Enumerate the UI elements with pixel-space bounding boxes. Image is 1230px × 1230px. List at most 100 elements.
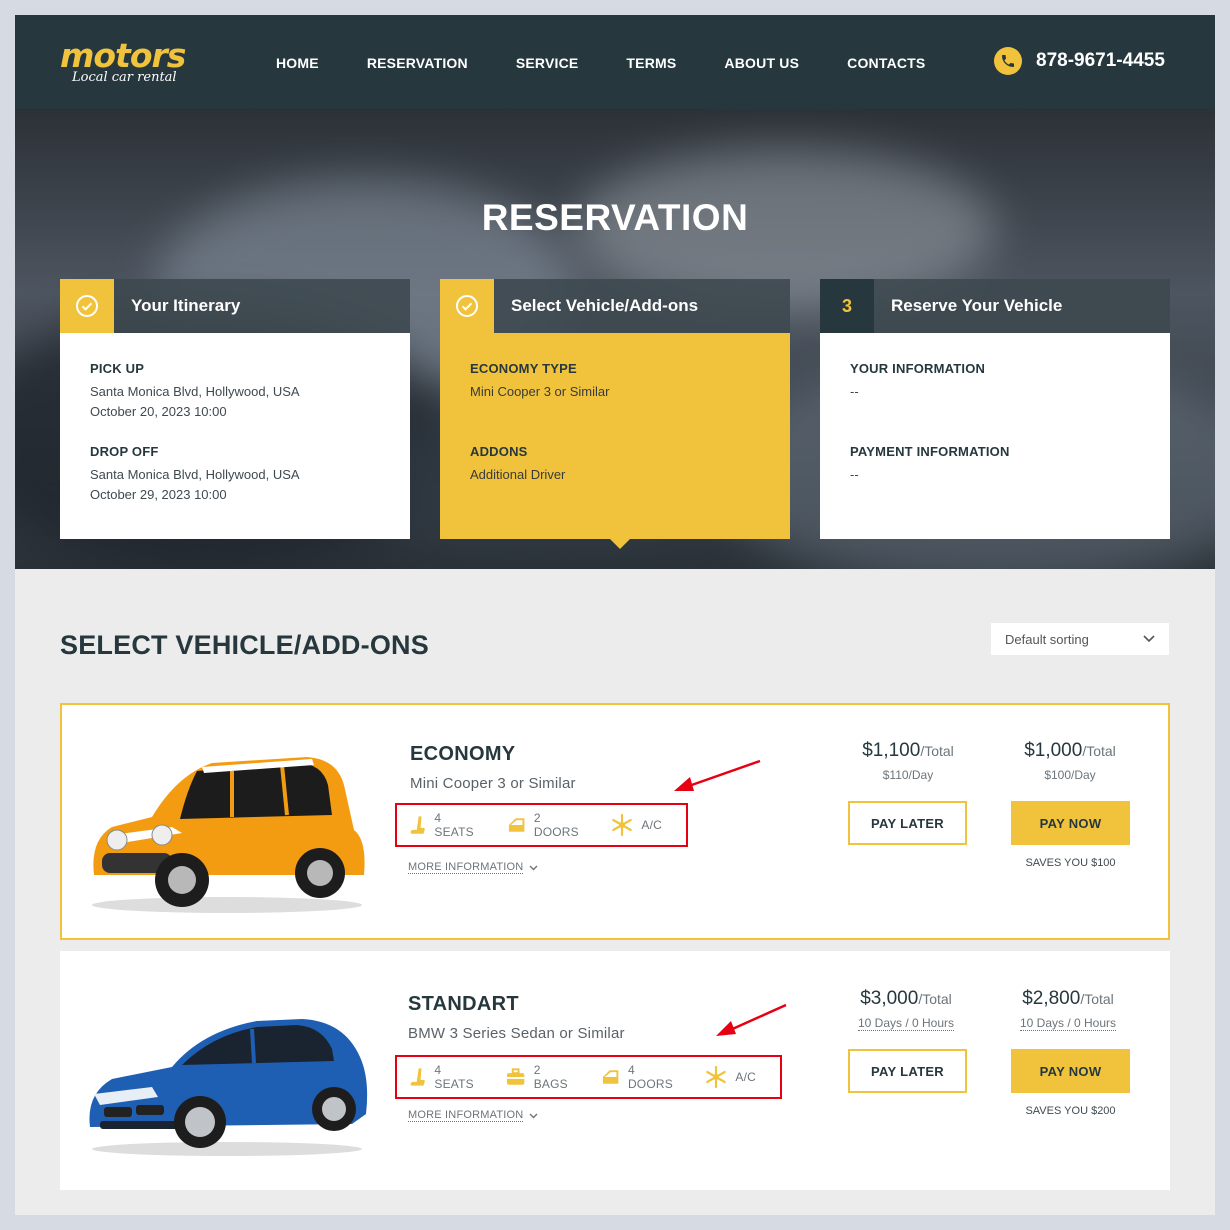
payment-information-label: PAYMENT INFORMATION — [850, 444, 1010, 459]
vehicle-info: STANDART BMW 3 Series Sedan or Similar — [408, 993, 625, 1042]
pay-now-button[interactable]: PAY NOW — [1011, 801, 1130, 845]
economy-type-group: ECONOMY TYPE Mini Cooper 3 or Similar — [470, 361, 760, 402]
rental-duration: 10 Days / 0 Hours — [1019, 1016, 1117, 1031]
vehicle-card-economy[interactable]: ECONOMY Mini Cooper 3 or Similar 4 SEATS… — [60, 703, 1170, 940]
more-information-toggle[interactable]: MORE INFORMATION — [408, 1109, 538, 1122]
door-icon — [508, 818, 524, 832]
payment-information-group: PAYMENT INFORMATION -- — [850, 444, 1010, 485]
vehicle-info: ECONOMY Mini Cooper 3 or Similar — [410, 743, 576, 792]
pay-later-amount: $3,000/Total — [841, 988, 971, 1010]
pay-later-total: $3,000 — [860, 988, 919, 1009]
more-information-toggle[interactable]: MORE INFORMATION — [408, 861, 538, 874]
pay-later-button[interactable]: PAY LATER — [848, 1049, 967, 1093]
step-header: 3 Reserve Your Vehicle — [820, 279, 1170, 333]
feature-seats-label: 4 SEATS — [434, 1063, 474, 1091]
pay-later-total: $1,100 — [862, 740, 921, 761]
pay-later-price: $1,100/Total $110/Day — [843, 740, 973, 782]
savings-note: SAVES YOU $200 — [1025, 1105, 1116, 1117]
step-body: PICK UP Santa Monica Blvd, Hollywood, US… — [60, 333, 410, 539]
check-circle-icon — [456, 295, 478, 317]
addons-group: ADDONS Additional Driver — [470, 444, 565, 485]
step-body: ECONOMY TYPE Mini Cooper 3 or Similar AD… — [440, 333, 790, 549]
annotation-arrow — [716, 1003, 787, 1036]
price-unit: /Total — [1082, 743, 1116, 759]
phone-contact[interactable]: 878-9671-4455 — [994, 47, 1165, 75]
dropoff-datetime: October 29, 2023 10:00 — [90, 487, 227, 502]
feature-doors: 2 DOORS — [507, 811, 588, 839]
step-number: 3 — [841, 295, 852, 316]
pickup-location: Santa Monica Blvd, Hollywood, USA — [90, 384, 300, 399]
active-step-pointer — [610, 539, 630, 549]
addons-value: Additional Driver — [470, 467, 566, 482]
payment-information-value: -- — [850, 467, 859, 482]
pay-now-daily: $100/Day — [1044, 768, 1096, 782]
logo[interactable]: motors Local car rental — [60, 39, 186, 86]
price-unit: /Total — [920, 743, 954, 759]
savings-note: SAVES YOU $100 — [1025, 857, 1116, 869]
nav-service[interactable]: SERVICE — [516, 55, 579, 71]
dropoff-value: Santa Monica Blvd, Hollywood, USA Octobe… — [90, 465, 300, 505]
seat-icon — [410, 816, 425, 834]
step-itinerary[interactable]: Your Itinerary PICK UP Santa Monica Blvd… — [60, 279, 410, 539]
nav-contacts[interactable]: CONTACTS — [847, 55, 925, 71]
check-circle-icon — [76, 295, 98, 317]
annotation-arrow — [674, 759, 761, 791]
nav-about-us[interactable]: ABOUT US — [724, 55, 799, 71]
step-header: Select Vehicle/Add-ons — [440, 279, 790, 333]
sort-select[interactable]: Default sorting — [991, 623, 1169, 655]
phone-icon — [994, 47, 1022, 75]
vehicle-model: Mini Cooper 3 or Similar — [410, 775, 576, 792]
feature-ac: A/C — [705, 1066, 756, 1088]
pay-later-duration: 10 Days / 0 Hours — [841, 1016, 971, 1031]
your-information-label: YOUR INFORMATION — [850, 361, 986, 376]
page-title: RESERVATION — [481, 197, 749, 238]
step-badge — [440, 279, 494, 333]
section-title: SELECT VEHICLE/ADD-ONS — [60, 630, 429, 660]
pay-now-total: $1,000 — [1024, 740, 1083, 761]
snowflake-icon — [706, 1066, 727, 1088]
pay-now-button[interactable]: PAY NOW — [1011, 1049, 1130, 1093]
pickup-datetime: October 20, 2023 10:00 — [90, 404, 227, 419]
pay-now-price: $2,800/Total 10 Days / 0 Hours — [1003, 988, 1133, 1031]
step-reserve[interactable]: 3 Reserve Your Vehicle YOUR INFORMATION … — [820, 279, 1170, 539]
chevron-down-icon — [1143, 635, 1155, 643]
vehicle-class: STANDART — [408, 993, 519, 1015]
step-header: Your Itinerary — [60, 279, 410, 333]
chevron-down-icon — [529, 1113, 538, 1118]
nav-terms[interactable]: TERMS — [626, 55, 676, 71]
pay-now-amount: $1,000/Total — [1005, 740, 1135, 762]
your-information-group: YOUR INFORMATION -- — [850, 361, 1140, 402]
pay-later-amount: $1,100/Total — [843, 740, 973, 762]
more-information-label: MORE INFORMATION — [408, 1109, 524, 1122]
site-header: motors Local car rental HOME RESERVATION… — [15, 15, 1215, 109]
phone-number: 878-9671-4455 — [1036, 50, 1165, 71]
sort-value: Default sorting — [1005, 631, 1089, 647]
pay-later-button[interactable]: PAY LATER — [848, 801, 967, 845]
seat-icon — [410, 1068, 425, 1086]
step-select-vehicle[interactable]: Select Vehicle/Add-ons ECONOMY TYPE Mini… — [440, 279, 790, 549]
pay-now-duration: 10 Days / 0 Hours — [1003, 1016, 1133, 1031]
nav-reservation[interactable]: RESERVATION — [367, 55, 468, 71]
bmw-3-series-image — [89, 1019, 368, 1156]
price-unit: /Total — [1080, 991, 1114, 1007]
pay-later-price: $3,000/Total 10 Days / 0 Hours — [841, 988, 971, 1031]
feature-ac-label: A/C — [641, 818, 662, 832]
rental-duration: 10 Days / 0 Hours — [857, 1016, 955, 1031]
hero-banner: RESERVATION Your Itinerary PICK UP Santa… — [15, 109, 1215, 569]
vehicle-features: 4 SEATS 2 DOORS A/C — [395, 803, 688, 847]
mini-cooper-image — [92, 757, 365, 913]
pay-now-total: $2,800 — [1022, 988, 1081, 1009]
vehicle-features: 4 SEATS 2 BAGS 4 DOORS A/C — [395, 1055, 782, 1099]
nav-home[interactable]: HOME — [276, 55, 319, 71]
step-badge — [60, 279, 114, 333]
vehicle-model: BMW 3 Series Sedan or Similar — [408, 1025, 625, 1042]
addons-label: ADDONS — [470, 444, 528, 459]
main-nav: HOME RESERVATION SERVICE TERMS ABOUT US … — [276, 55, 973, 71]
step-title: Your Itinerary — [131, 296, 241, 315]
pay-now-price: $1,000/Total $100/Day — [1005, 740, 1135, 782]
price-unit: /Total — [918, 991, 952, 1007]
feature-ac: A/C — [611, 814, 662, 836]
economy-type-value: Mini Cooper 3 or Similar — [470, 384, 610, 399]
vehicle-card-standart[interactable]: STANDART BMW 3 Series Sedan or Similar 4… — [60, 951, 1170, 1190]
economy-type-label: ECONOMY TYPE — [470, 361, 577, 376]
